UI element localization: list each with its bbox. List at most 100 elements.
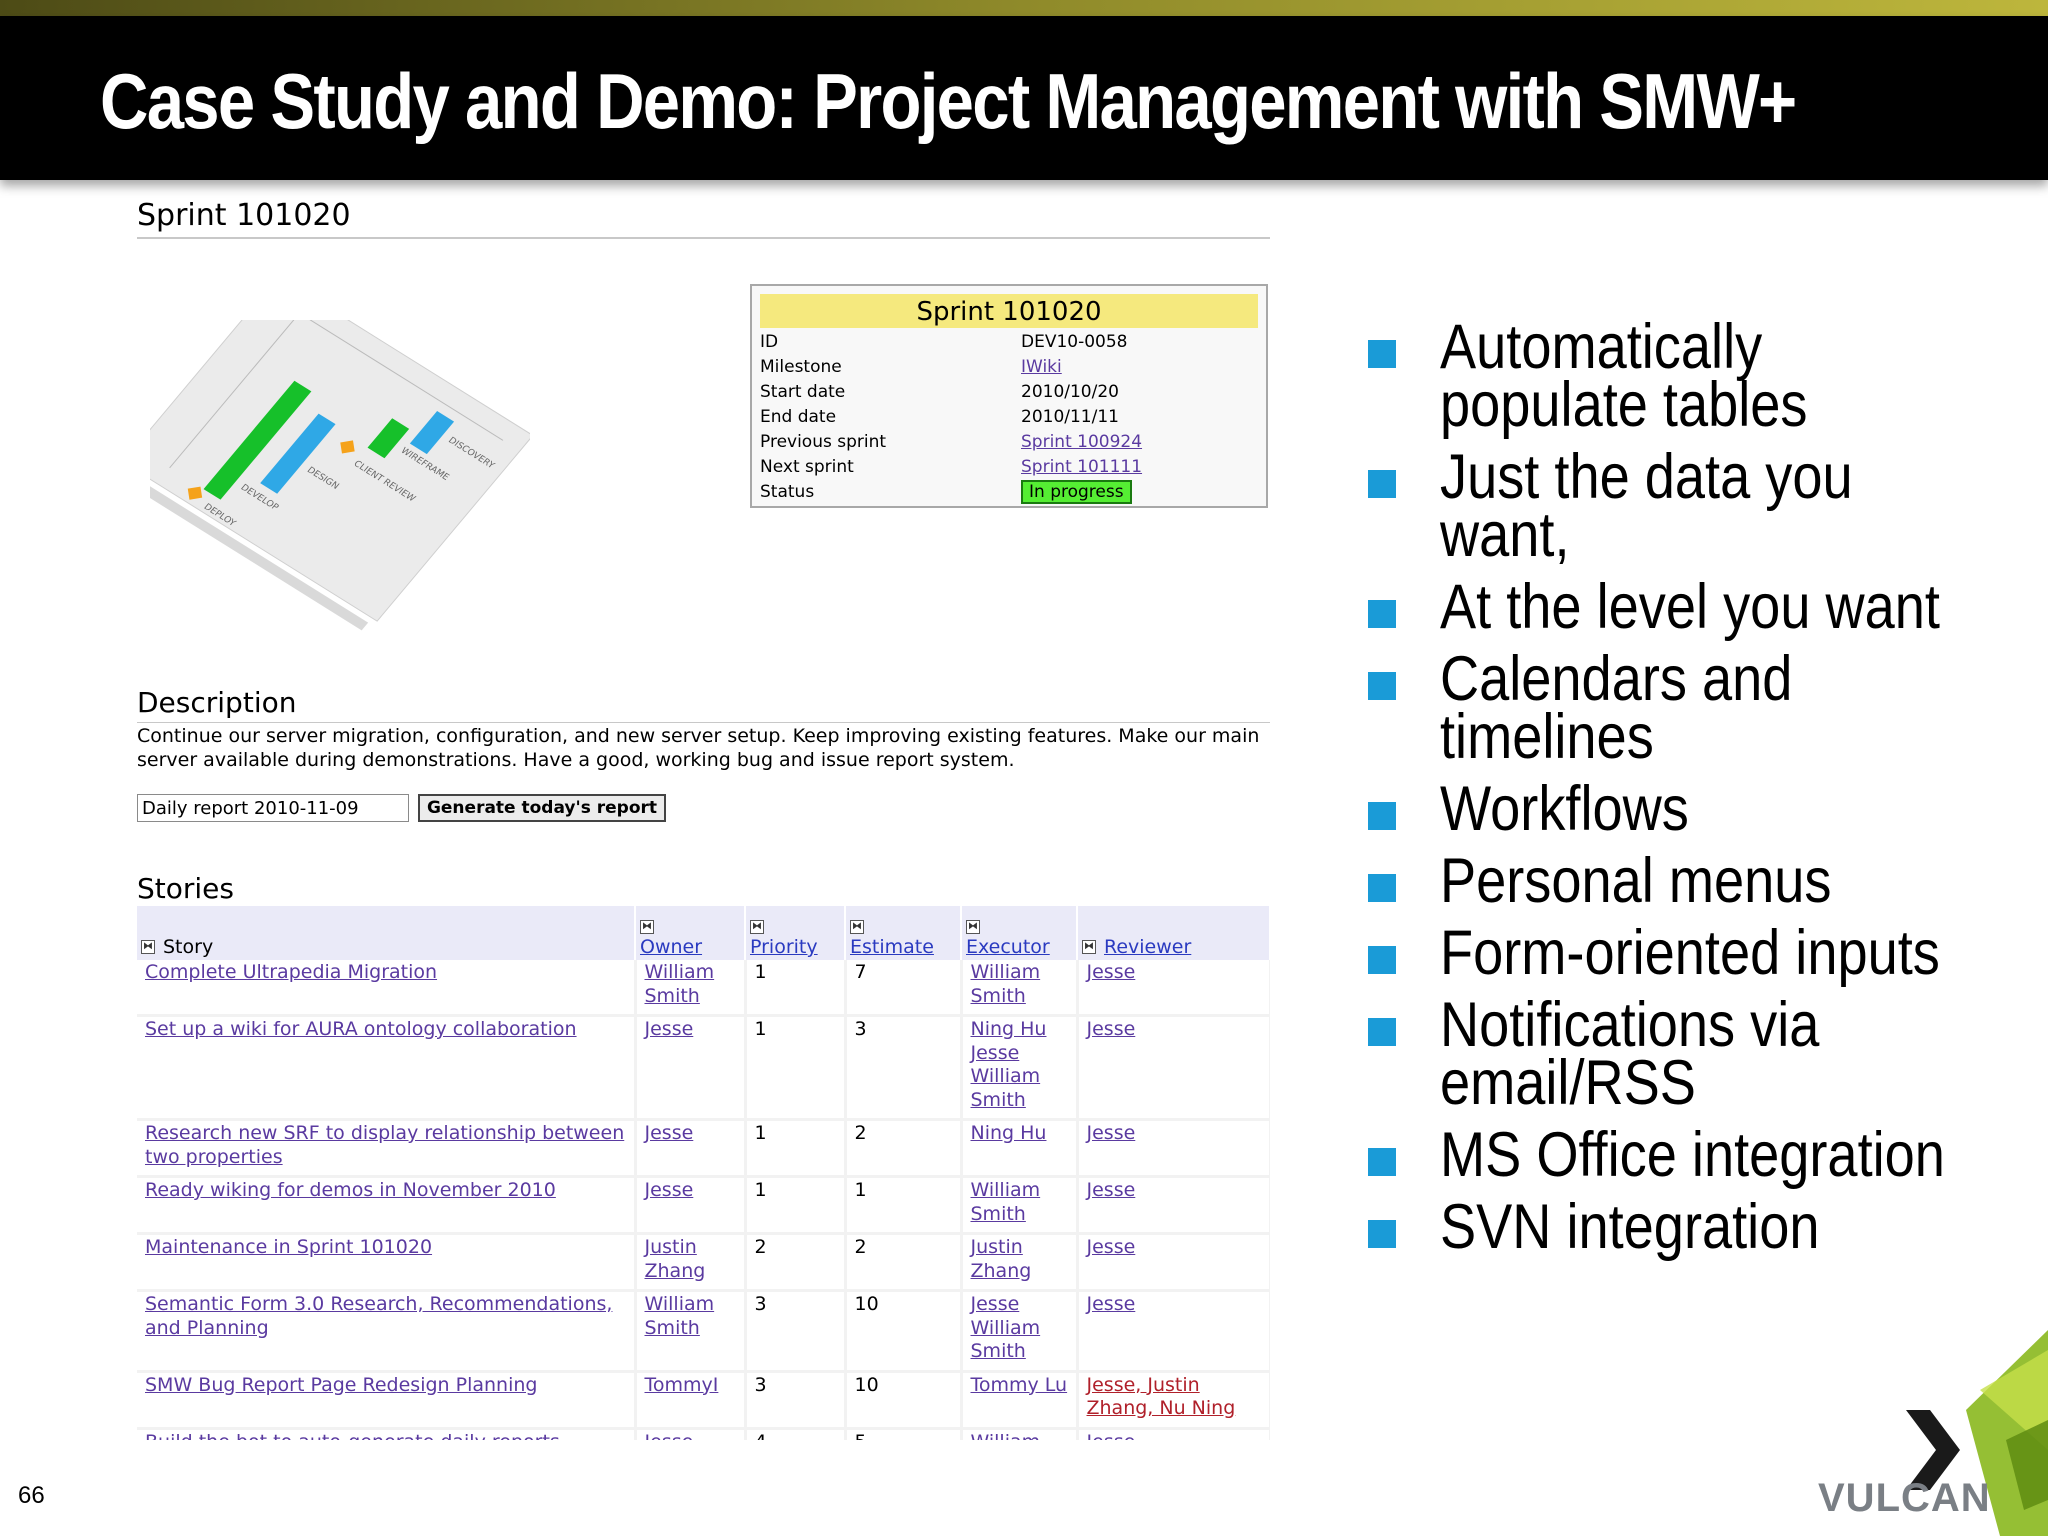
- column-header-priority[interactable]: ⧓ Priority: [745, 906, 846, 960]
- story-link[interactable]: Build the bot to auto-generate daily rep…: [145, 1431, 560, 1441]
- table-cell-estimate: 10: [845, 1371, 963, 1430]
- infobox-label: Status: [760, 482, 815, 502]
- story-link[interactable]: Complete Ultrapedia Migration: [145, 961, 437, 983]
- executor-link[interactable]: Ning Hu: [971, 1122, 1068, 1146]
- executor-link[interactable]: Smith: [971, 1089, 1068, 1113]
- page-number: 66: [18, 1482, 45, 1509]
- executor-link[interactable]: William: [971, 1431, 1068, 1441]
- sort-icon[interactable]: ⧓: [850, 920, 864, 934]
- story-link[interactable]: Set up a wiki for AURA ontology collabor…: [145, 1018, 577, 1040]
- owner-link[interactable]: Justin: [645, 1236, 736, 1260]
- owner-link[interactable]: TommyI: [645, 1374, 736, 1398]
- table-cell-priority: 3: [745, 1371, 847, 1430]
- executor-link[interactable]: Tommy Lu: [971, 1374, 1068, 1398]
- estimate-value: 10: [854, 1293, 879, 1315]
- infobox-row-status: Status In progress: [760, 480, 1258, 505]
- table-cell-reviewer: Jesse, Justin Zhang, Nu Ning: [1077, 1371, 1270, 1430]
- milestone-link[interactable]: IWiki: [1021, 355, 1062, 380]
- story-link[interactable]: SMW Bug Report Page Redesign Planning: [145, 1374, 537, 1396]
- owner-link[interactable]: Zhang: [645, 1260, 736, 1284]
- executor-link[interactable]: Zhang: [971, 1260, 1068, 1284]
- executor-link[interactable]: Jesse: [971, 1293, 1068, 1317]
- executor-link[interactable]: William: [971, 1317, 1068, 1341]
- reviewer-link[interactable]: Jesse: [1087, 961, 1261, 985]
- reviewer-link[interactable]: Jesse: [1087, 1236, 1261, 1260]
- owner-link[interactable]: William: [645, 1293, 736, 1317]
- generate-report-button[interactable]: Generate today's report: [418, 794, 666, 822]
- owner-link[interactable]: Smith: [645, 985, 736, 1009]
- reviewer-link[interactable]: Jesse: [1087, 1018, 1261, 1042]
- table-cell-executor: Ning Hu: [961, 1119, 1079, 1178]
- bullet-item: At the level you want: [1360, 572, 2020, 642]
- executor-link[interactable]: William: [971, 1179, 1068, 1203]
- bullet-square-icon: [1368, 874, 1396, 902]
- infobox-label: Start date: [760, 382, 846, 402]
- daily-report-input[interactable]: [137, 794, 409, 822]
- column-header-story[interactable]: ⧓ Story: [137, 906, 636, 960]
- story-link[interactable]: Research new SRF to display relationship…: [145, 1122, 624, 1168]
- gantt-chart-image: DISCOVERY WIREFRAME CLIENT REVIEW DESIGN…: [150, 320, 530, 631]
- column-header-estimate[interactable]: ⧓ Estimate: [845, 906, 962, 960]
- column-header-owner[interactable]: ⧓ Owner: [635, 906, 746, 960]
- sort-icon[interactable]: ⧓: [966, 920, 980, 934]
- owner-link[interactable]: William: [645, 961, 736, 985]
- bullet-item: Notifications via email/RSS: [1360, 990, 2020, 1118]
- infobox-value: 2010/11/11: [1021, 407, 1119, 427]
- table-cell-owner: William Smith: [635, 1290, 747, 1373]
- executor-link[interactable]: Smith: [971, 1203, 1068, 1227]
- owner-link[interactable]: Jesse: [645, 1018, 736, 1042]
- stories-table: ⧓ Story ⧓ Owner ⧓ Priority ⧓ Estimate ⧓ Execu…: [137, 906, 1270, 1440]
- executor-link[interactable]: Ning Hu: [971, 1018, 1068, 1042]
- owner-link[interactable]: Jesse: [645, 1431, 736, 1441]
- estimate-value: 10: [854, 1373, 879, 1396]
- infobox-row-milestone: Milestone IWiki: [760, 355, 1258, 380]
- table-cell-executor: Ning Hu Jesse William Smith: [961, 1015, 1079, 1121]
- owner-link[interactable]: Jesse: [645, 1179, 736, 1203]
- bullet-text: At the level you want: [1440, 572, 1940, 642]
- reviewer-link[interactable]: Jesse, Justin: [1087, 1374, 1261, 1398]
- column-header-executor[interactable]: ⧓ Executor: [961, 906, 1078, 960]
- executor-link[interactable]: Smith: [971, 985, 1068, 1009]
- bullet-item: Automatically populate tables: [1360, 316, 2020, 437]
- priority-value: 1: [754, 961, 767, 983]
- gantt-milestone-2: [187, 486, 203, 500]
- executor-link[interactable]: Jesse: [971, 1042, 1068, 1066]
- reviewer-link[interactable]: Zhang, Nu Ning: [1087, 1397, 1261, 1421]
- reviewer-link[interactable]: Jesse: [1087, 1431, 1261, 1441]
- bullet-square-icon: [1368, 802, 1396, 830]
- story-link[interactable]: Ready wiking for demos in November 2010: [145, 1179, 556, 1201]
- owner-link[interactable]: Smith: [645, 1317, 736, 1341]
- table-cell-owner: Jesse: [635, 1119, 747, 1178]
- table-cell-estimate: 2: [845, 1119, 963, 1178]
- table-cell-priority: 2: [745, 1233, 847, 1292]
- table-row: Maintenance in Sprint 101020 Justin Zhang 2…: [137, 1233, 1270, 1292]
- previous-sprint-link[interactable]: Sprint 100924: [1021, 430, 1142, 455]
- executor-link[interactable]: William: [971, 1065, 1068, 1089]
- sort-icon[interactable]: ⧓: [750, 920, 764, 934]
- executor-link[interactable]: William: [971, 961, 1068, 985]
- table-cell-story: Build the bot to auto-generate daily rep…: [137, 1428, 637, 1441]
- reviewer-link[interactable]: Jesse: [1087, 1179, 1261, 1203]
- table-row: Ready wiking for demos in November 2010 J…: [137, 1176, 1270, 1235]
- column-header-reviewer[interactable]: ⧓ Reviewer: [1077, 906, 1270, 960]
- description-text: Continue our server migration, configura…: [137, 725, 1260, 771]
- reviewer-link[interactable]: Jesse: [1087, 1122, 1261, 1146]
- bullet-square-icon: [1368, 470, 1396, 498]
- bullet-item: Workflows: [1360, 778, 2020, 841]
- executor-link[interactable]: Smith: [971, 1340, 1068, 1364]
- table-cell-executor: WilliamSmith: [961, 1176, 1079, 1235]
- sort-icon[interactable]: ⧓: [640, 920, 654, 934]
- sort-icon[interactable]: ⧓: [1082, 939, 1096, 954]
- table-cell-priority: 3: [745, 1290, 847, 1373]
- next-sprint-link[interactable]: Sprint 101111: [1021, 455, 1142, 480]
- story-link[interactable]: Semantic Form 3.0 Research, Recommendati…: [145, 1293, 612, 1339]
- executor-link[interactable]: Justin: [971, 1236, 1068, 1260]
- sort-icon[interactable]: ⧓: [141, 939, 155, 954]
- infobox-row-next-sprint: Next sprint Sprint 101111: [760, 455, 1258, 480]
- heading-divider: [137, 237, 1270, 239]
- reviewer-link[interactable]: Jesse: [1087, 1293, 1261, 1317]
- table-cell-priority: 4: [745, 1428, 847, 1440]
- owner-link[interactable]: Jesse: [645, 1122, 736, 1146]
- story-link[interactable]: Maintenance in Sprint 101020: [145, 1236, 432, 1258]
- bullet-text: Notifications via email/RSS: [1440, 990, 1820, 1118]
